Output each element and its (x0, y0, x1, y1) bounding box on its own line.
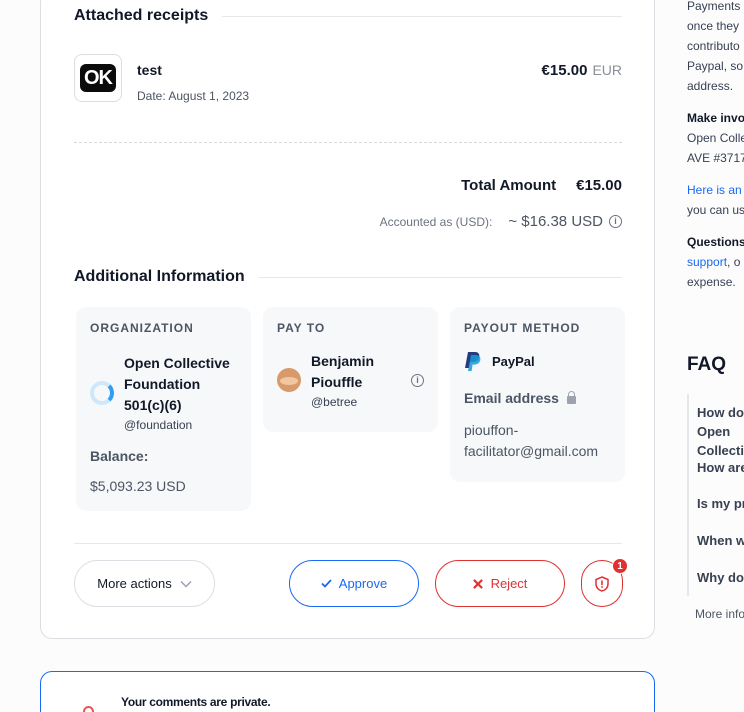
sidebar-text-line: address. (687, 79, 734, 93)
balance-label: Balance: (90, 448, 149, 464)
approve-button[interactable]: Approve (289, 560, 419, 607)
expense-card: Attached receipts OK test Date: August 1… (40, 0, 655, 639)
reject-button[interactable]: Reject (435, 560, 565, 607)
chevron-down-icon (180, 580, 192, 588)
security-alert-count-badge: 1 (612, 558, 628, 574)
faq-more-info-link[interactable]: More info (695, 607, 744, 621)
organization-name[interactable]: Open Collective Foundation 501(c)(6) (124, 353, 237, 416)
faq-item[interactable]: When w (697, 531, 744, 550)
accounted-as-amount: ~ $16.38 USD i (508, 213, 622, 230)
close-icon (472, 578, 483, 589)
email-label-row: Email address (464, 390, 611, 406)
receipt-thumbnail[interactable]: OK (74, 54, 122, 102)
dashed-divider (74, 142, 622, 143)
organization-entity[interactable]: Open Collective Foundation 501(c)(6) @fo… (90, 353, 237, 432)
payee-handle: @betree (311, 395, 358, 409)
pay-to-label: PAY TO (277, 321, 326, 335)
private-comments-notice: Your comments are private. (121, 695, 271, 709)
paypal-icon (465, 352, 481, 371)
balance-value: $5,093.23 USD (90, 478, 186, 494)
expense-info-sidebar: Payments once they contributo Paypal, so… (687, 0, 744, 300)
more-actions-label: More actions (97, 576, 172, 591)
faq-list: How do Open Collective How are Is my pr … (687, 394, 744, 596)
total-amount-value: €15.00 (576, 177, 622, 194)
accounted-as-row: Accounted as (USD): ~ $16.38 USD i (380, 213, 622, 230)
payout-method-name: PayPal (492, 354, 535, 369)
payee-info-icon[interactable]: i (411, 373, 424, 387)
support-link[interactable]: support, o (687, 252, 740, 272)
reject-label: Reject (490, 576, 528, 591)
sidebar-text-line: expense. (687, 275, 736, 289)
faq-item[interactable]: Why do (697, 568, 744, 587)
email-label: Email address (464, 390, 559, 406)
receipt-amount-value: €15.00 (541, 62, 588, 79)
shield-alert-icon (595, 575, 609, 592)
info-icon[interactable]: i (609, 215, 622, 228)
sidebar-subheading: Make invo (687, 111, 744, 125)
pay-to-panel: PAY TO Benjamin Piouffle @betree i (263, 307, 438, 432)
sidebar-link[interactable]: Here is an (687, 180, 742, 200)
payee-name[interactable]: Benjamin Piouffle (311, 351, 405, 393)
divider (258, 276, 622, 278)
avatar (83, 706, 94, 712)
payout-method: PayPal (464, 351, 611, 372)
payout-method-panel: PAYOUT METHOD PayPal Email address piouf… (450, 307, 625, 482)
sidebar-text-line: contributo (687, 39, 740, 53)
faq-item[interactable]: How do Open Collective (697, 403, 744, 460)
additional-info-heading: Additional Information (74, 268, 245, 285)
details-columns: ORGANIZATION Open Collective Foundation … (76, 307, 625, 511)
receipt-image: OK (80, 64, 116, 92)
sidebar-text-line: AVE #3717 (687, 151, 744, 165)
receipt-title: test (137, 62, 162, 78)
sidebar-text-line: Payments (687, 0, 741, 13)
payout-method-label: PAYOUT METHOD (464, 321, 581, 335)
email-value: piouffon-facilitator@gmail.com (464, 422, 599, 459)
organization-logo-icon (90, 380, 114, 405)
lock-icon (566, 390, 576, 404)
accounted-as-label: Accounted as (USD): (379, 214, 493, 229)
sidebar-text-line: Paypal, so (687, 59, 744, 73)
sidebar-text-line: Open Colle (687, 131, 744, 145)
sidebar-subheading: Questions (687, 235, 744, 249)
receipt-date: Date: August 1, 2023 (137, 89, 250, 103)
sidebar-text-line: you can us (687, 203, 744, 217)
organization-panel: ORGANIZATION Open Collective Foundation … (76, 307, 251, 511)
checkmark-icon (321, 579, 332, 588)
comment-form-card[interactable]: Your comments are private. (40, 671, 655, 712)
total-amount-row: Total Amount €15.00 (461, 177, 622, 194)
organization-label: ORGANIZATION (90, 321, 194, 335)
faq-title: FAQ (687, 354, 727, 375)
receipt-amount: €15.00 EUR (542, 62, 622, 79)
additional-info-header: Additional Information (74, 268, 622, 286)
payee-avatar (277, 368, 301, 392)
more-actions-button[interactable]: More actions (74, 560, 215, 607)
approve-label: Approve (338, 576, 388, 591)
payee-entity[interactable]: Benjamin Piouffle @betree i (277, 351, 424, 409)
sidebar-text-fragment: , o (727, 255, 741, 269)
faq-item[interactable]: Is my pr (697, 494, 744, 513)
attached-receipts-header: Attached receipts (74, 7, 622, 25)
attached-receipts-heading: Attached receipts (74, 7, 209, 24)
sidebar-text-line: once they (687, 19, 740, 33)
total-amount-label: Total Amount (461, 177, 557, 194)
organization-handle: @foundation (124, 418, 193, 432)
divider (74, 543, 622, 544)
divider (222, 15, 622, 17)
faq-item[interactable]: How are (697, 458, 744, 477)
accounted-as-value: ~ $16.38 USD (508, 213, 603, 230)
receipt-amount-currency: EUR (592, 62, 622, 78)
